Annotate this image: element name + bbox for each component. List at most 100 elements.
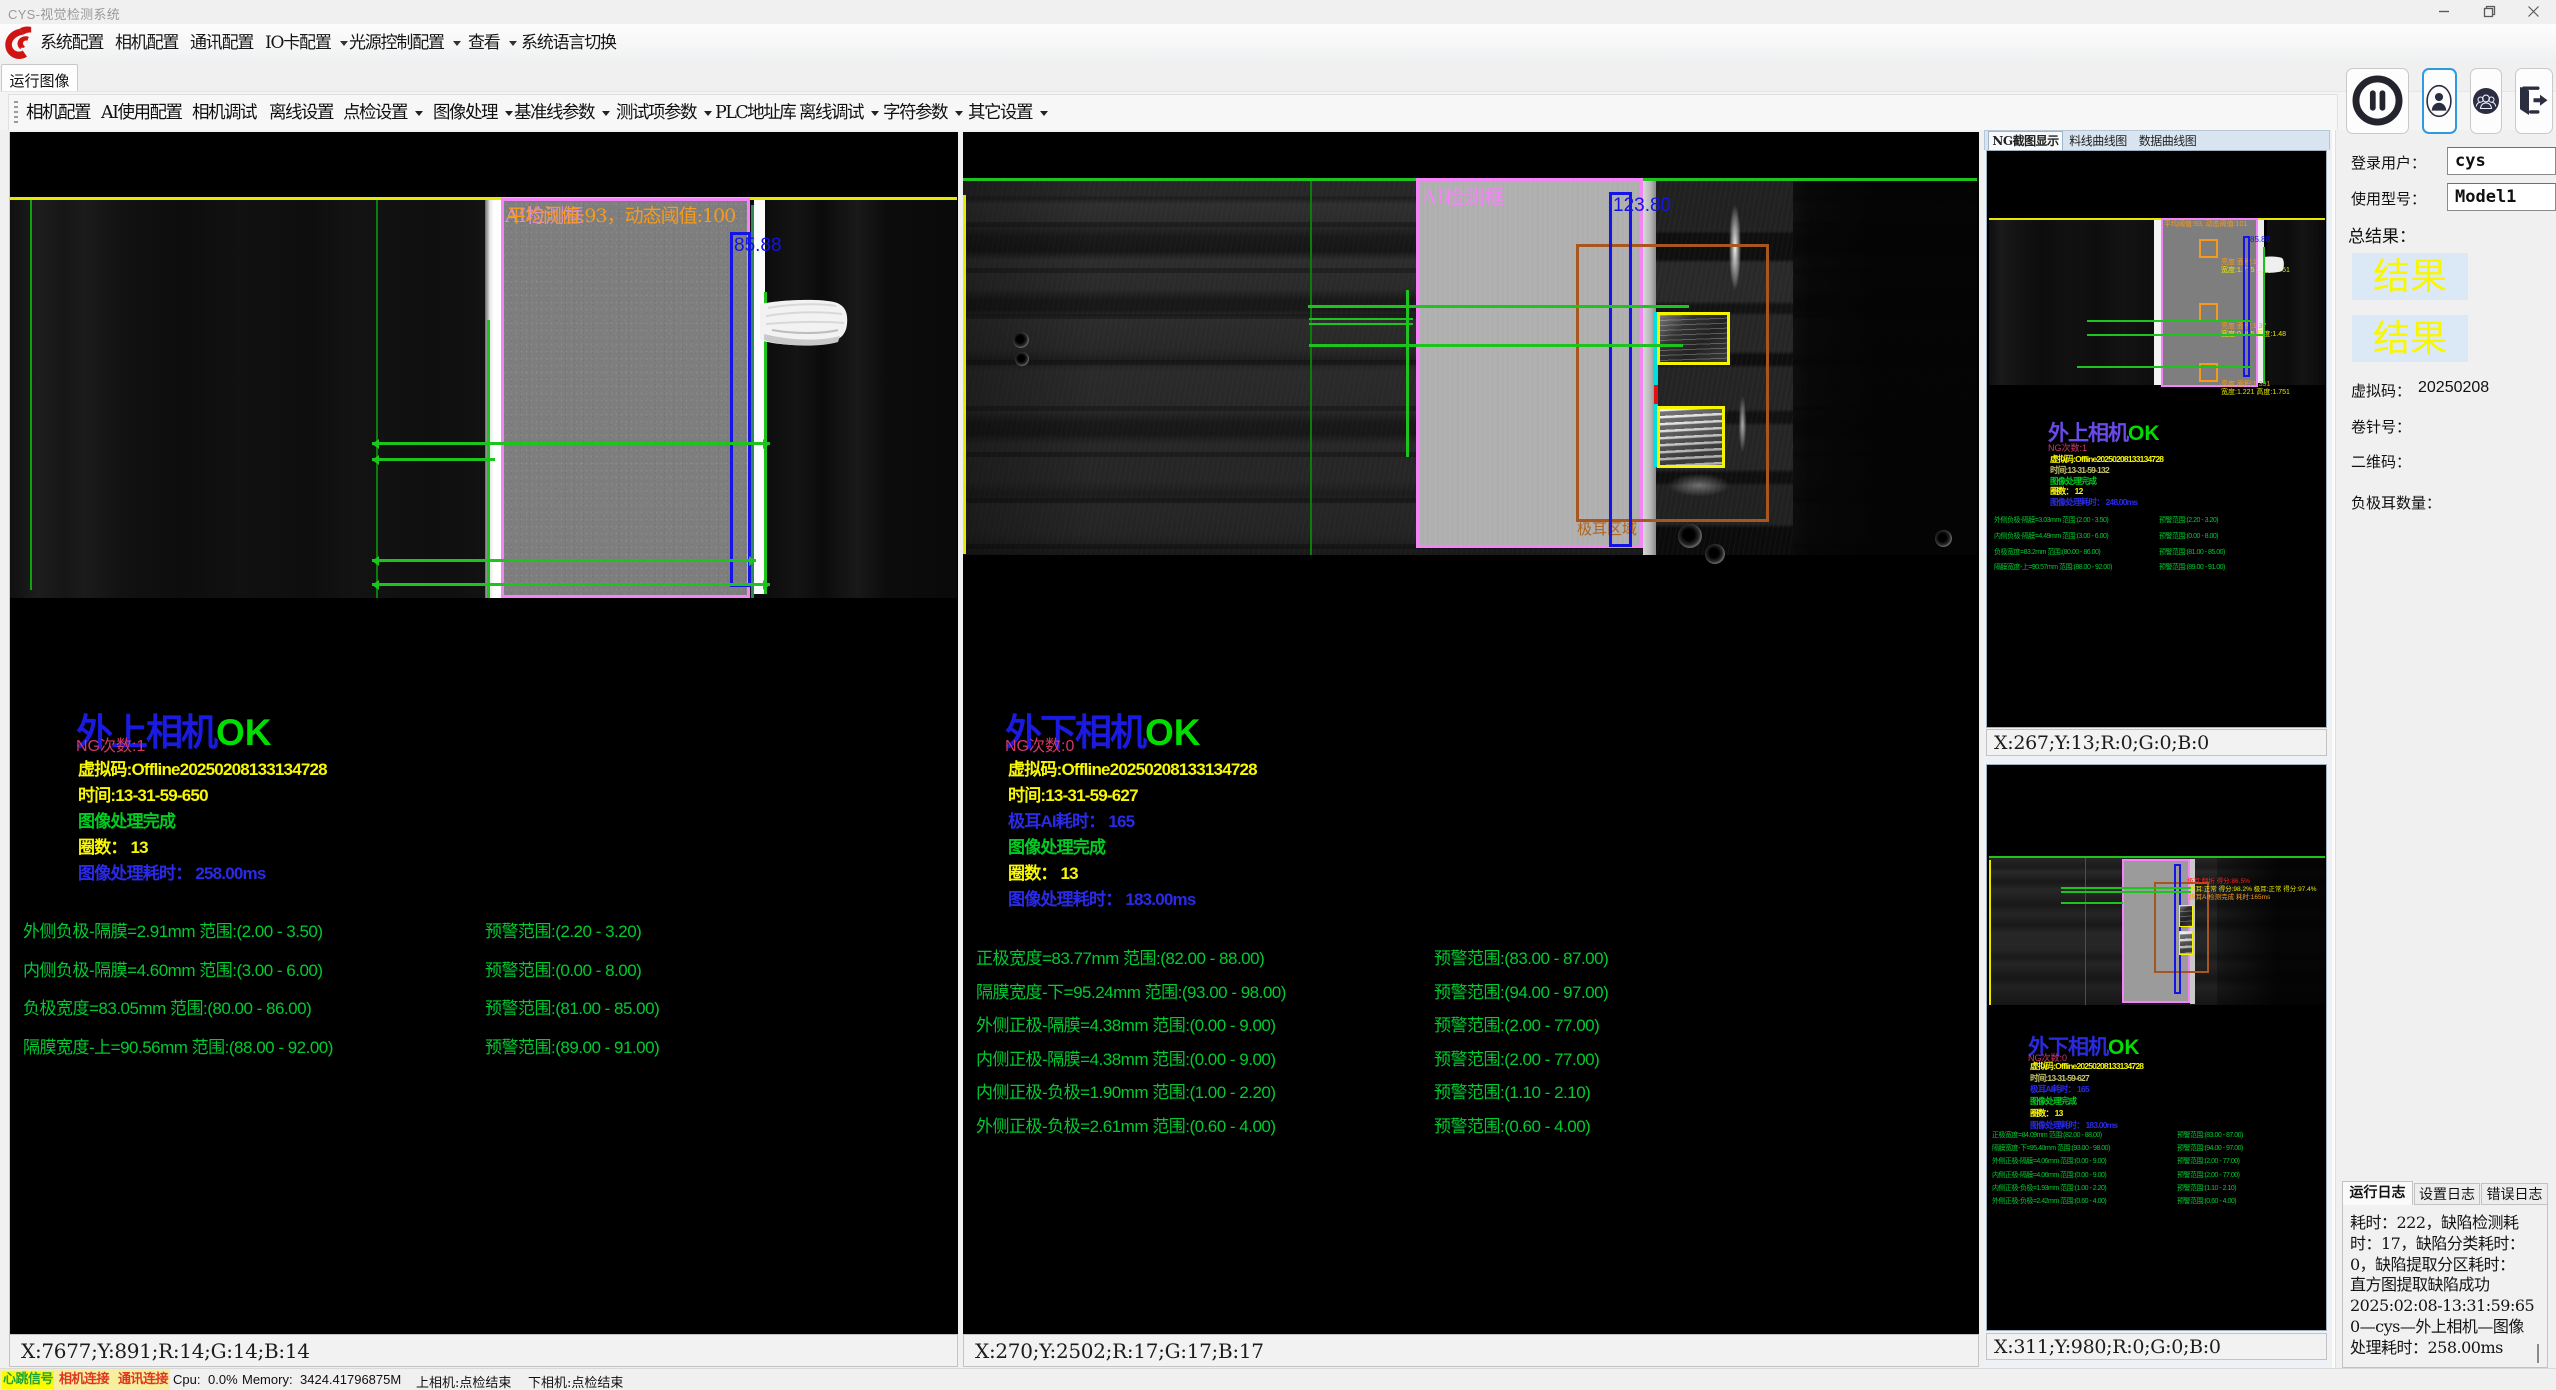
log-line: 直方图提取缺陷成功 (2350, 1275, 2546, 1296)
toolbar-item-label: 图像处理 (433, 103, 497, 123)
tab-row: 运行图像 (0, 62, 2556, 91)
main-area: 85.88 AI检测框 平均阈值:93，动态阈值:100 外上相机OK NG次数… (0, 130, 2556, 1368)
pause-button[interactable] (2346, 68, 2409, 134)
toolbar-item-6[interactable]: 图像处理 (433, 100, 511, 126)
menu-item-6[interactable]: 查看 (468, 30, 515, 56)
camera-link-badge: 相机连接 (59, 1371, 109, 1389)
measurement-value: 外侧正极-负极=2.61mm 范围:(0.60 - 4.00) (976, 1112, 1276, 1137)
comm-link-badge: 通讯连接 (118, 1371, 168, 1389)
mini-blue-box (2243, 236, 2250, 377)
tab-run-image[interactable]: 运行图像 (1, 64, 78, 91)
ng-thumbnail-upper[interactable]: 平均阈值:93, 动态阈值:101 亮度 面积:1.226 宽度:1.775 高… (1986, 150, 2327, 728)
upper-photo-right-bands (767, 200, 957, 598)
toolbar-item-label: 点检设置 (343, 103, 407, 123)
toolbar-item-5[interactable]: 点检设置 (343, 100, 421, 126)
memory-label: Memory: (242, 1372, 293, 1387)
measurement-value: 外侧正极-负极=2.42mm 范围:(0.60 - 4.00) (1992, 1196, 2106, 1206)
log-line: 2025:02:08-13:31:59:65 (2350, 1296, 2546, 1317)
upper-camera-status: 上相机:点检结束 (416, 1372, 511, 1390)
yellow-vline-left (963, 195, 966, 554)
toolbar-item-7[interactable]: 基准线参数 (514, 100, 608, 126)
measurement-value: 内侧正极-隔膜=4.06mm 范围:(0.00 - 9.00) (1992, 1170, 2106, 1180)
login-user-button[interactable] (2422, 68, 2457, 134)
menu-item-3[interactable]: 通讯配置 (190, 30, 253, 56)
toolbar-item-11[interactable]: 字符参数 (883, 100, 961, 126)
toolbar-item-1[interactable]: 相机配置 (26, 100, 90, 126)
menu-item-label: 查看 (468, 33, 500, 53)
ng-tab-3[interactable]: 数据曲线图 (2133, 132, 2202, 151)
memory-value: 3424.41796875M (300, 1372, 401, 1387)
menu-item-2[interactable]: 相机配置 (115, 30, 178, 56)
camera-status-ok: OK (216, 712, 272, 753)
log-body[interactable]: 耗时：222，缺陷检测耗时：17，缺陷分类耗时：0，缺陷提取分区耗时：直方图提取… (2342, 1205, 2548, 1368)
toolbar-drag-handle[interactable] (14, 101, 18, 125)
info-line: 时间:13-31-59-650 (78, 781, 208, 806)
pause-icon (2350, 73, 2405, 128)
log-tab-1[interactable]: 运行日志 (2342, 1181, 2413, 1205)
measurement-warn-range: 预警范围:(83.00 - 87.00) (1434, 944, 1608, 969)
menu-item-5[interactable]: 光源控制配置 (349, 30, 459, 56)
arrow-tick-icon (763, 439, 770, 449)
menu-item-7[interactable]: 系统语言切换 (521, 30, 616, 56)
toolbar: 相机配置 AI使用配置相机调试离线设置点检设置 图像处理基准线参数测试项参数PLC地… (0, 91, 2556, 130)
dropdown-arrow-icon (340, 41, 348, 46)
arrow-tick-icon (372, 580, 379, 590)
toolbar-item-3[interactable]: 相机调试 (192, 100, 256, 126)
info-line: 图像处理耗时： 183.00ms (2030, 1119, 2117, 1131)
window-title: CYS-视觉检测系统 (8, 4, 120, 23)
ng-tab-2[interactable]: 料线曲线图 (2064, 132, 2132, 151)
log-scrollbar[interactable] (2537, 1344, 2539, 1363)
app-logo-icon (2, 24, 34, 61)
info-line: 圈数： 13 (78, 833, 148, 858)
login-user-input[interactable]: cys (2447, 147, 2556, 175)
log-line: 0—cys—外上相机—图像 (2350, 1317, 2546, 1338)
menu-item-1[interactable]: 系统配置 (40, 30, 103, 56)
toolbar-item-8[interactable]: 测试项参数 (616, 100, 710, 126)
users-button[interactable] (2470, 68, 2502, 134)
electrode-tab-blob (758, 296, 850, 352)
log-line: 耗时：222，缺陷检测耗 (2350, 1213, 2546, 1234)
measurement-value: 正极宽度=83.77mm 范围:(82.00 - 88.00) (976, 944, 1264, 969)
toolbar-item-2[interactable]: AI使用配置 (101, 100, 182, 126)
login-user-value: cys (2455, 151, 2486, 171)
toolbar-item-9[interactable]: PLC地址库 (715, 100, 795, 126)
log-tab-3[interactable]: 错误日志 (2481, 1183, 2548, 1205)
result-box-lower: 结果 (2352, 315, 2468, 362)
menu-item-4[interactable]: IO卡配置 (265, 30, 346, 56)
exit-button[interactable] (2515, 68, 2553, 134)
users-group-icon (2472, 87, 2500, 115)
green-hline-3 (1309, 323, 1413, 325)
measurement-value: 外侧正极-隔膜=4.38mm 范围:(0.00 - 9.00) (976, 1011, 1276, 1036)
tab-box-lower (1657, 406, 1725, 468)
toolbar-item-12[interactable]: 其它设置 (968, 100, 1046, 126)
toolbar-item-10[interactable]: 离线调试 (799, 100, 877, 126)
mini2-blue-box (2174, 864, 2181, 994)
info-line: 时间:13-31-59-627 (1008, 781, 1138, 806)
model-input[interactable]: Model1 (2447, 183, 2556, 211)
log-line: 0，缺陷提取分区耗时： (2350, 1255, 2546, 1276)
title-bar: CYS-视觉检测系统 (0, 0, 2556, 24)
log-tab-2[interactable]: 设置日志 (2414, 1183, 2480, 1205)
ng-thumbnail-lower[interactable]: 极耳:翻折 得分:86.5% 极耳:正常 得分:98.2% 极耳:正常 得分:9… (1986, 764, 2327, 1331)
toolbar-item-label: 相机调试 (192, 103, 256, 123)
cpu-value: 0.0% (208, 1372, 238, 1387)
mini-anno-3b: 宽度:1.221 高度:1.751 (2221, 387, 2290, 397)
green-hline-1 (372, 442, 770, 445)
bolt-3 (1678, 524, 1702, 548)
camera-view-lower[interactable]: 极耳区域 123.80 AI检测框 外下相机OK NG次数:0 虚拟码:Offl… (963, 132, 1979, 1334)
toolbar-item-label: 相机配置 (26, 103, 90, 123)
ng-tab-1[interactable]: NG截图显示 (1988, 131, 2063, 151)
ng-count: NG次数:0 (1005, 732, 1074, 756)
measurement-value: 负极宽度=83.05mm 范围:(80.00 - 86.00) (23, 994, 311, 1019)
mini2-green-h3 (2061, 902, 2123, 904)
info-line: 极耳AI耗时： 165 (2030, 1083, 2089, 1095)
dropdown-arrow-icon (453, 41, 461, 46)
mini-green-h2 (2087, 334, 2265, 336)
measurement-warn-range: 预警范围:(2.20 - 3.20) (2159, 515, 2218, 525)
info-line: 圈数： 13 (2030, 1107, 2063, 1119)
toolbar-item-4[interactable]: 离线设置 (269, 100, 333, 126)
model-label: 使用型号： (2351, 188, 2426, 209)
camera-view-upper[interactable]: 85.88 AI检测框 平均阈值:93，动态阈值:100 外上相机OK NG次数… (9, 132, 958, 1334)
info-line: 虚拟码:Offline20250208133134728 (78, 755, 327, 780)
ai-box-label: AI检测框 (1422, 181, 1504, 210)
